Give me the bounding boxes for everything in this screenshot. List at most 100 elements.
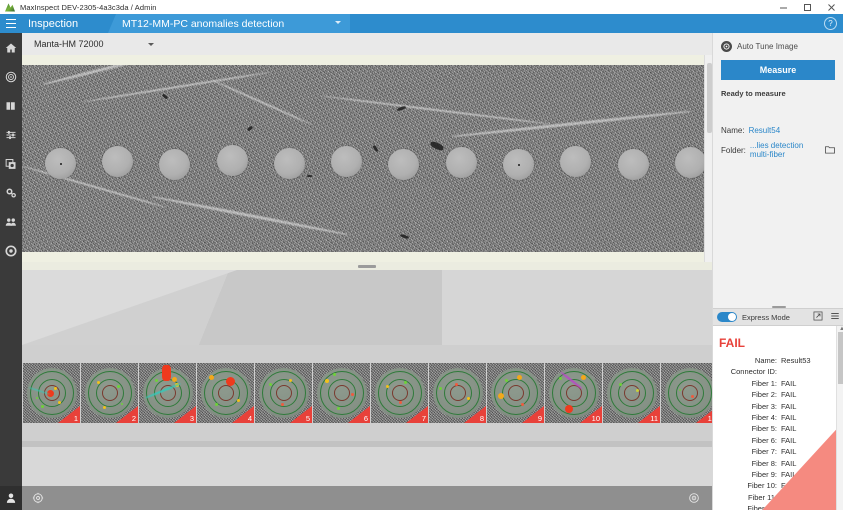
result-row-key: Fiber 12: — [719, 503, 781, 510]
thumbnail-label: 4 — [248, 414, 252, 423]
hamburger-icon[interactable] — [0, 14, 22, 33]
minimize-button[interactable] — [771, 0, 795, 14]
os-title-bar: MaxInspect DEV-2305-4a3c3da / Admin — [0, 0, 843, 14]
tab-document[interactable]: MT12-MM-PC anomalies detection — [108, 14, 350, 33]
result-row-value: FAIL — [781, 401, 796, 412]
result-row-key: Fiber 1: — [719, 378, 781, 389]
window-title: MaxInspect DEV-2305-4a3c3da / Admin — [20, 3, 157, 12]
thumbnail-fiber-8[interactable]: 8 — [429, 363, 486, 423]
zone-ring-core — [682, 385, 698, 401]
result-row-value: FAIL — [781, 423, 796, 434]
fiber-thumbnail-strip[interactable]: 1 2 3 — [22, 345, 712, 441]
scrollbar-thumb[interactable] — [707, 63, 712, 133]
settings-gear-icon[interactable] — [32, 492, 44, 504]
result-row-key: Fiber 3: — [719, 401, 781, 412]
result-row: Fiber 8:FAIL — [719, 458, 832, 469]
result-row: Fiber 9:FAIL — [719, 469, 832, 480]
thumbnail-label: 6 — [364, 414, 368, 423]
thumbnail-fiber-12[interactable]: 12 — [661, 363, 718, 423]
measure-section: Auto Tune Image Measure Ready to measure… — [713, 33, 843, 159]
result-row-value: FAIL — [781, 412, 796, 423]
close-button[interactable] — [819, 0, 843, 14]
sidebar-item-library[interactable] — [0, 91, 22, 120]
result-folder-value[interactable]: ...lies detection multi-fiber — [750, 141, 821, 159]
thumbnail-fiber-10[interactable]: 10 — [545, 363, 602, 423]
thumbnail-fiber-3[interactable]: 3 — [139, 363, 196, 423]
book-icon — [5, 100, 17, 112]
sidebar-item-users[interactable] — [0, 207, 22, 236]
thumbnail-fiber-5[interactable]: 5 — [255, 363, 312, 423]
lifebuoy-icon — [5, 245, 17, 257]
help-button[interactable]: ? — [824, 17, 837, 30]
result-name-value[interactable]: Result54 — [749, 126, 781, 135]
express-mode-bar: Express Mode — [713, 308, 843, 326]
result-row: Fiber 11:FAIL — [719, 492, 832, 503]
pane-splitter-grip[interactable] — [358, 265, 376, 268]
thumbnail-fiber-7[interactable]: 7 — [371, 363, 428, 423]
panel-splitter-grip[interactable] — [772, 306, 786, 308]
thumbnail-fiber-11[interactable]: 11 — [603, 363, 660, 423]
main-content: Manta-HM 72000 — [22, 33, 712, 486]
result-row-key: Fiber 6: — [719, 435, 781, 446]
result-row-key: Fiber 4: — [719, 412, 781, 423]
sidebar-item-adjust[interactable] — [0, 120, 22, 149]
thumbnail-label: 11 — [650, 414, 658, 423]
target-settings-icon[interactable] — [688, 492, 700, 504]
result-row-key: Fiber 9: — [719, 469, 781, 480]
results-panel[interactable]: FAIL Name:Result53 Connector ID: Fiber 1… — [713, 326, 843, 510]
app-header: Inspection MT12-MM-PC anomalies detectio… — [0, 14, 843, 33]
result-row-value: FAIL — [781, 446, 796, 457]
sidebar-item-capture[interactable] — [0, 149, 22, 178]
gears-icon — [5, 187, 17, 199]
camera-select[interactable]: Manta-HM 72000 — [30, 37, 158, 51]
thumbnail-fiber-4[interactable]: 4 — [197, 363, 254, 423]
result-row-key: Fiber 2: — [719, 389, 781, 400]
folder-icon[interactable] — [825, 145, 835, 156]
thumbnail-fiber-9[interactable]: 9 — [487, 363, 544, 423]
result-row: Fiber 7:FAIL — [719, 446, 832, 457]
sidebar-account[interactable] — [0, 486, 22, 510]
zone-ring-core — [450, 385, 466, 401]
zone-ring-core — [392, 385, 408, 401]
result-row-value: Result53 — [781, 355, 811, 366]
camera-icon — [5, 158, 17, 170]
sidebar-item-target[interactable] — [0, 62, 22, 91]
result-row-key: Fiber 7: — [719, 446, 781, 457]
express-mode-toggle[interactable] — [717, 312, 737, 322]
thumbnail-horizontal-scrollbar[interactable] — [22, 441, 712, 447]
result-row: Fiber 6:FAIL — [719, 435, 832, 446]
sidebar-item-settings[interactable] — [0, 178, 22, 207]
results-verdict: FAIL — [719, 336, 832, 350]
measure-button[interactable]: Measure — [721, 60, 835, 80]
result-row-key: Name: — [719, 355, 781, 366]
result-row: Fiber 2:FAIL — [719, 389, 832, 400]
result-name-key: Name: — [721, 126, 745, 135]
chevron-down-icon[interactable] — [335, 21, 341, 24]
thumbnail-fiber-1[interactable]: 1 — [23, 363, 80, 423]
inspection-image[interactable] — [22, 65, 712, 252]
auto-tune-icon — [721, 41, 732, 52]
overview-pane[interactable] — [22, 270, 712, 345]
thumbnail-label: 8 — [480, 414, 484, 423]
thumbnail-label: 7 — [422, 414, 426, 423]
thumbnail-fiber-6[interactable]: 6 — [313, 363, 370, 423]
auto-tune-image-row[interactable]: Auto Tune Image — [721, 41, 835, 52]
sidebar-item-home[interactable] — [0, 33, 22, 62]
chevron-down-icon[interactable] — [148, 43, 154, 46]
external-link-icon[interactable] — [813, 308, 823, 326]
result-name-row: Name: Result54 — [721, 126, 835, 135]
result-row-value: FAIL — [781, 492, 796, 503]
thumbnail-fiber-2[interactable]: 2 — [81, 363, 138, 423]
sidebar-item-support[interactable] — [0, 236, 22, 265]
results-scrollbar-thumb[interactable] — [838, 332, 843, 384]
result-row-key: Fiber 5: — [719, 423, 781, 434]
zone-ring-core — [218, 385, 234, 401]
results-scrollbar[interactable]: ▲ ▼ — [836, 326, 843, 510]
image-viewport[interactable] — [22, 55, 712, 262]
result-folder-row: Folder: ...lies detection multi-fiber — [721, 141, 835, 159]
list-menu-icon[interactable] — [830, 308, 840, 326]
image-vertical-scrollbar[interactable] — [704, 55, 712, 262]
pane-splitter[interactable] — [22, 262, 712, 270]
maximize-button[interactable] — [795, 0, 819, 14]
thumbnail-label: 9 — [538, 414, 542, 423]
